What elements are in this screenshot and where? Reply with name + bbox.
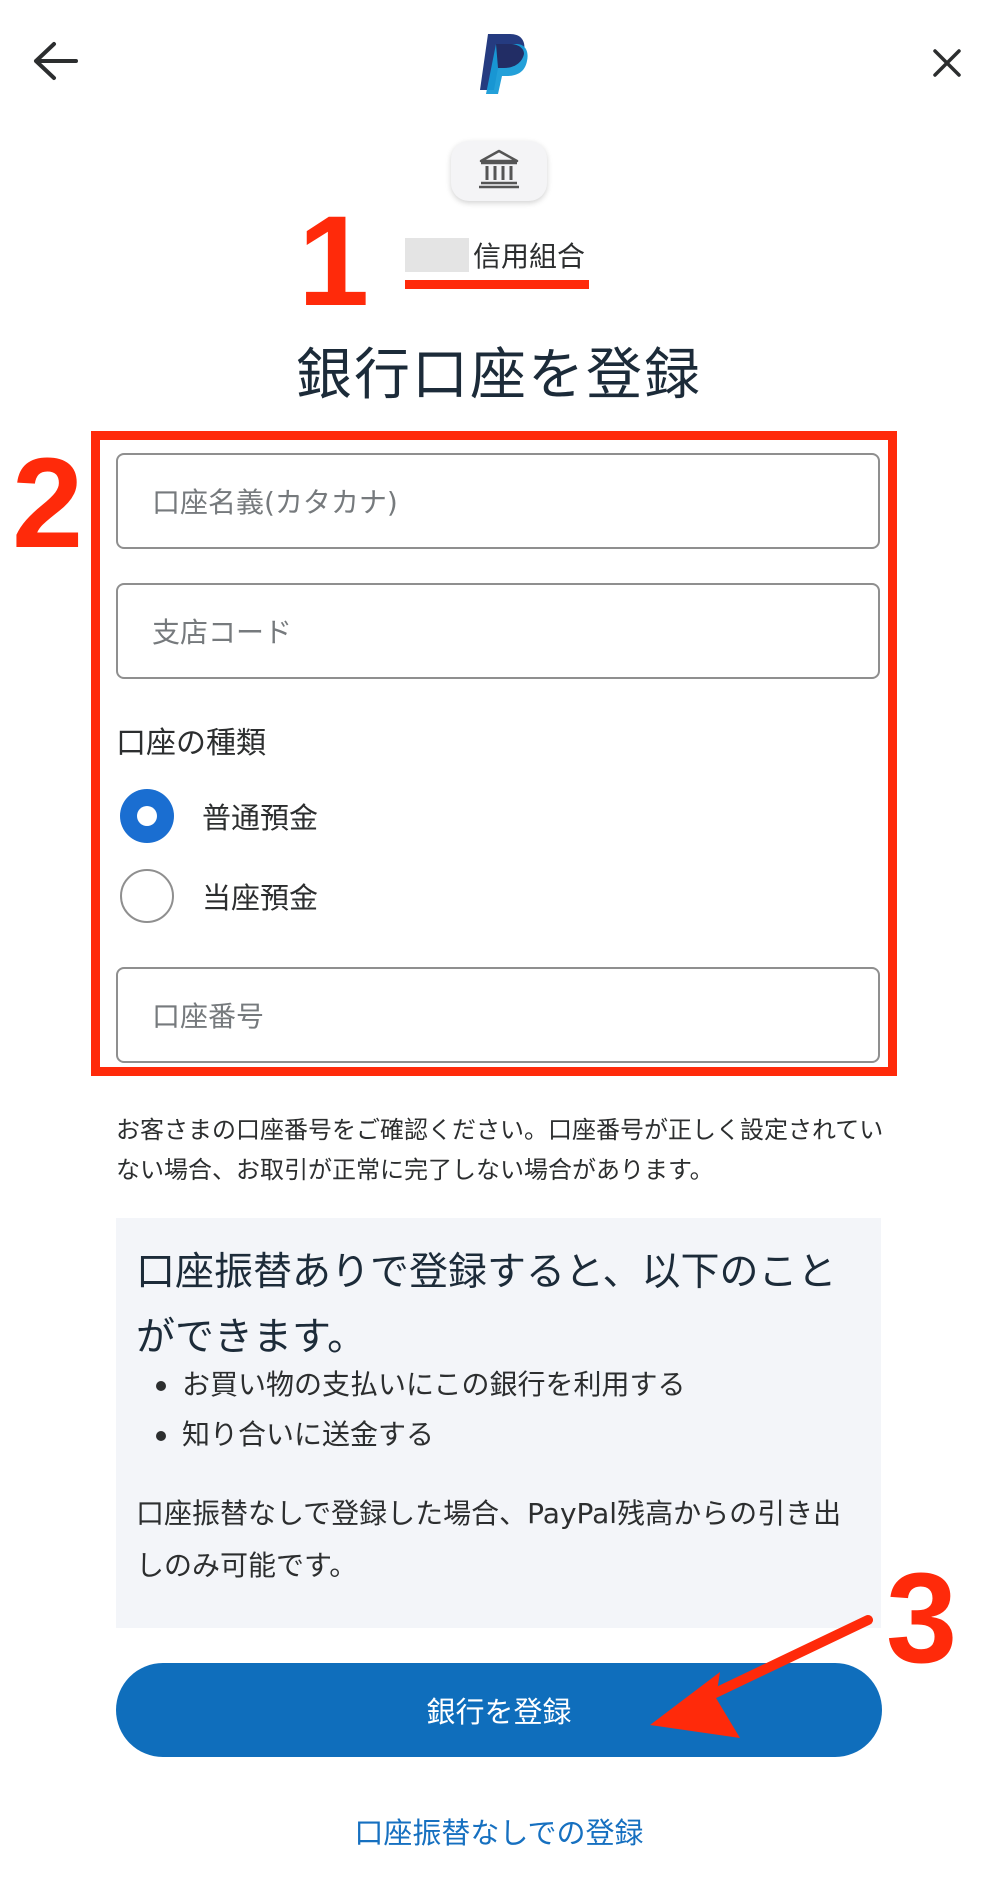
list-item: お買い物の支払いにこの銀行を利用する — [150, 1360, 685, 1410]
page-title: 銀行口座を登録 — [296, 343, 702, 408]
radio-label: 当座預金 — [202, 881, 319, 915]
bank-chip — [451, 141, 547, 201]
radio-option-checking[interactable]: 当座預金 — [120, 866, 318, 926]
account-number-input[interactable]: 口座番号 — [116, 967, 880, 1063]
account-holder-placeholder: 口座名義(カタカナ) — [152, 486, 398, 519]
radio-label: 普通預金 — [202, 801, 319, 835]
info-bullet-list: お買い物の支払いにこの銀行を利用する 知り合いに送金する — [150, 1360, 685, 1460]
info-note: 口座振替なしで登録した場合、PayPal残高からの引き出しのみ可能です。 — [136, 1497, 842, 1582]
register-without-transfer-link[interactable]: 口座振替なしでの登録 — [0, 1810, 998, 1852]
bank-name-row: 信用組合 — [405, 235, 585, 275]
annotation-underline — [405, 280, 589, 289]
paypal-logo — [474, 30, 530, 96]
register-bank-button-label: 銀行を登録 — [426, 1695, 572, 1729]
redacted-bank-prefix — [405, 238, 469, 272]
close-icon[interactable] — [930, 46, 964, 80]
info-title: 口座振替ありで登録すると、以下のことができます。 — [136, 1250, 837, 1360]
annotation-arrow-icon — [620, 1600, 900, 1770]
bank-building-icon — [477, 147, 521, 195]
annotation-step-1: 1 — [298, 190, 370, 333]
account-number-placeholder: 口座番号 — [152, 1000, 265, 1033]
account-holder-input[interactable]: 口座名義(カタカナ) — [116, 453, 880, 549]
account-type-label: 口座の種類 — [116, 726, 266, 761]
back-arrow-icon[interactable] — [30, 38, 82, 84]
bank-name: 信用組合 — [473, 240, 586, 273]
annotation-step-2: 2 — [12, 432, 84, 575]
radio-button-selected[interactable] — [120, 789, 174, 843]
radio-option-ordinary[interactable]: 普通預金 — [120, 786, 318, 846]
branch-code-placeholder: 支店コード — [152, 616, 293, 649]
radio-button-unselected[interactable] — [120, 869, 174, 923]
account-number-notice: お客さまの口座番号をご確認ください。口座番号が正しく設定されていない場合、お取引… — [116, 1116, 884, 1184]
list-item: 知り合いに送金する — [150, 1410, 685, 1460]
branch-code-input[interactable]: 支店コード — [116, 583, 880, 679]
